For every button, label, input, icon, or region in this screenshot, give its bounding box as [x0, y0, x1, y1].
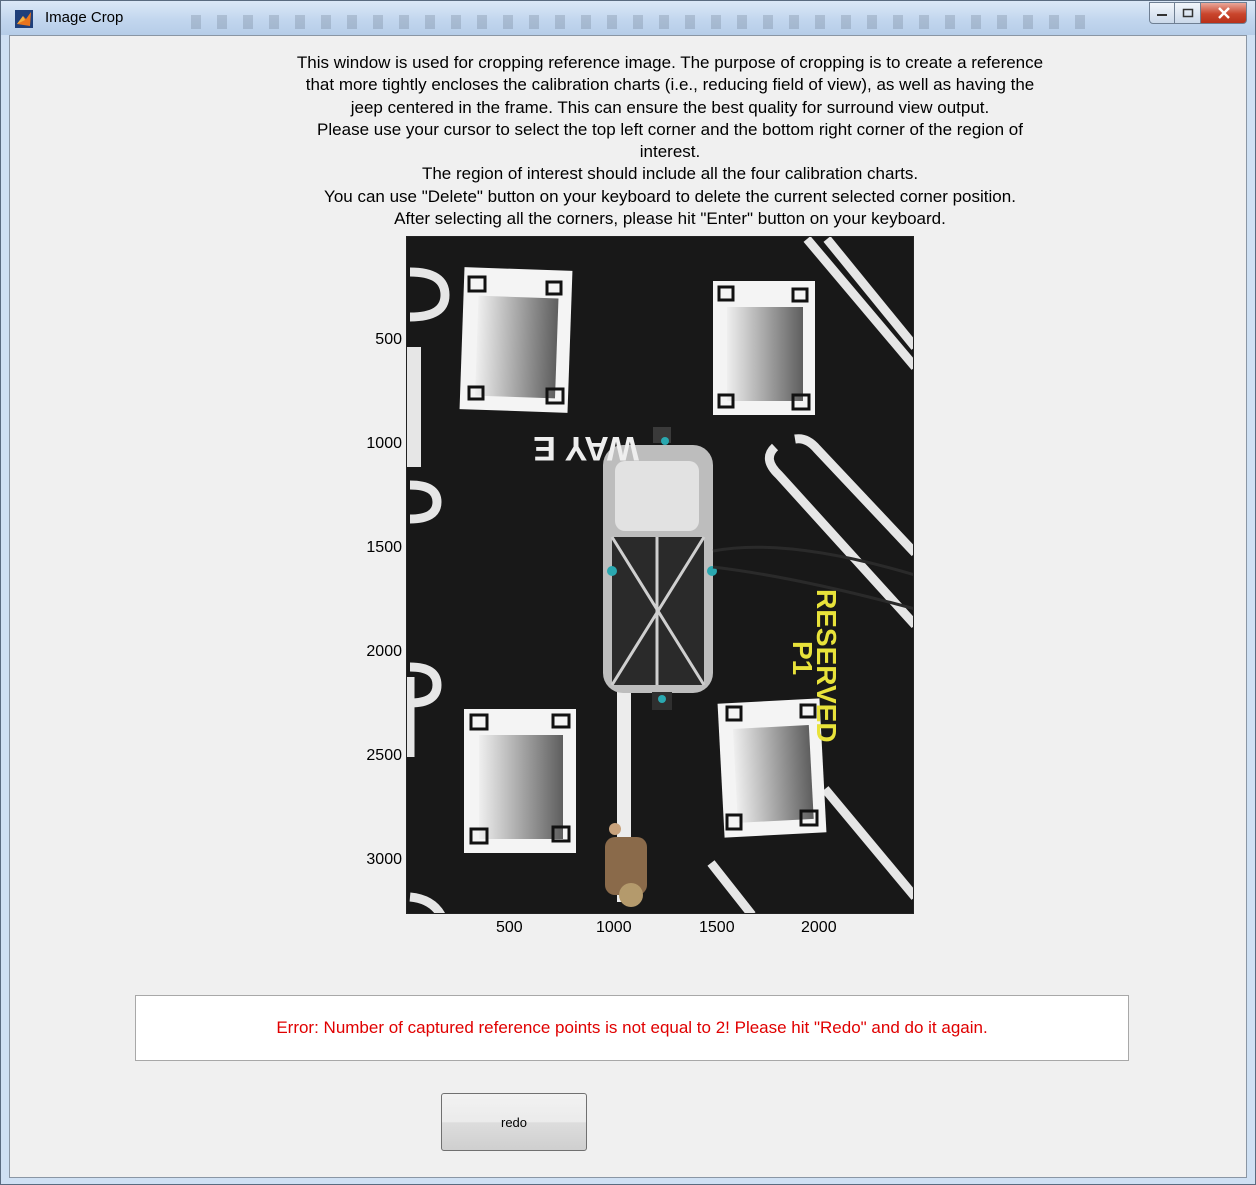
x-tick-label: 1000: [596, 919, 632, 936]
close-button[interactable]: [1201, 2, 1247, 24]
x-tick-label: 1500: [699, 919, 735, 936]
figure-client-area: This window is used for cropping referen…: [9, 35, 1247, 1178]
calibration-chart: [459, 267, 573, 413]
title-bar[interactable]: Image Crop: [1, 1, 1255, 35]
redo-button[interactable]: redo: [441, 1093, 587, 1151]
background-toolbar: [191, 15, 1091, 29]
matlab-icon: [15, 10, 33, 28]
instruction-line: jeep centered in the frame. This can ens…: [350, 97, 990, 117]
instruction-line: The region of interest should include al…: [421, 164, 919, 184]
instruction-line: Please use your cursor to select the top…: [317, 119, 1023, 139]
instruction-line: You can use "Delete" button on your keyb…: [324, 186, 1016, 206]
maximize-button[interactable]: [1175, 2, 1201, 24]
calibration-chart: [713, 281, 815, 415]
calibration-chart: [464, 709, 576, 853]
maximize-icon: [1182, 8, 1193, 18]
ground-text-way: WAY E: [533, 429, 639, 467]
minimize-button[interactable]: [1149, 2, 1175, 24]
y-tick-label: 3000: [366, 851, 402, 868]
minimize-icon: [1157, 14, 1167, 16]
parking-lot-image: RESERVED P1 WAY E: [407, 237, 913, 913]
ground-text-p1: P1: [787, 641, 818, 675]
instruction-line: After selecting all the corners, please …: [394, 209, 946, 229]
calibration-chart: [717, 698, 827, 838]
reference-image[interactable]: RESERVED P1 WAY E: [406, 236, 914, 914]
close-icon: [1217, 7, 1230, 19]
x-tick-label: 2000: [801, 919, 837, 936]
y-tick-label: 1000: [366, 435, 402, 452]
y-tick-label: 2000: [366, 643, 402, 660]
instruction-line: that more tightly encloses the calibrati…: [305, 75, 1035, 95]
instruction-line: interest.: [639, 142, 701, 162]
error-message: Error: Number of captured reference poin…: [276, 1018, 988, 1037]
instruction-line: This window is used for cropping referen…: [296, 53, 1044, 72]
instructions-text: This window is used for cropping referen…: [10, 52, 1248, 242]
y-tick-label: 2500: [366, 747, 402, 764]
x-tick-label: 500: [496, 919, 523, 936]
error-message-box: Error: Number of captured reference poin…: [135, 995, 1129, 1061]
image-crop-window: Image Crop This window is used for cropp…: [0, 0, 1256, 1185]
window-controls: [1149, 2, 1247, 24]
window-title: Image Crop: [45, 9, 124, 26]
y-tick-label: 1500: [366, 539, 402, 556]
y-tick-label: 500: [375, 331, 402, 348]
